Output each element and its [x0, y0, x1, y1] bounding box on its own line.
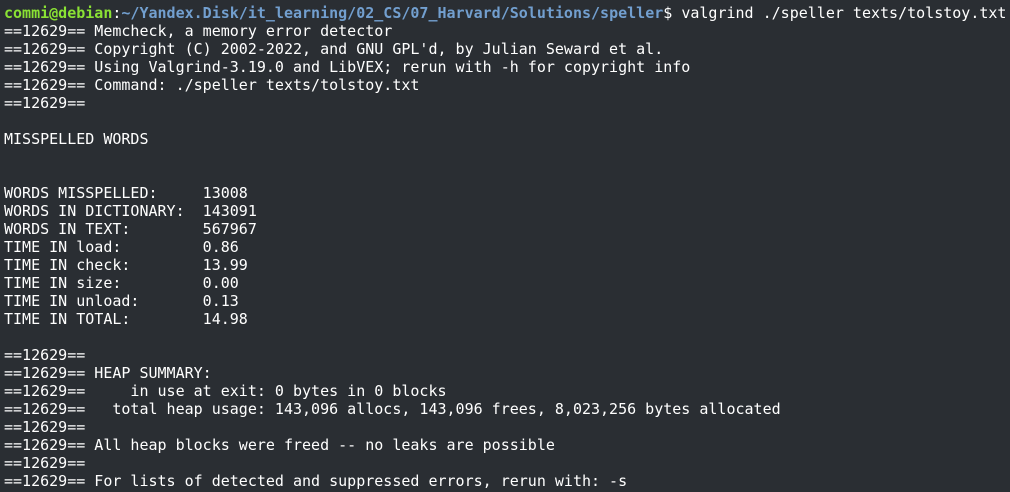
output-line: WORDS IN DICTIONARY: 143091	[4, 202, 257, 220]
prompt-path: ~/Yandex.Disk/it_learning/02_CS/07_Harva…	[121, 4, 664, 22]
output-line: ==12629== HEAP SUMMARY:	[4, 364, 212, 382]
output-line: ==12629== For lists of detected and supp…	[4, 472, 628, 490]
prompt-command: valgrind ./speller texts/tolstoy.txt	[681, 4, 1007, 22]
output-line: WORDS MISSPELLED: 13008	[4, 184, 248, 202]
output-line: ==12629==	[4, 94, 86, 112]
output-line: ==12629==	[4, 418, 86, 436]
output-line: ==12629== in use at exit: 0 bytes in 0 b…	[4, 382, 447, 400]
output-line: TIME IN check: 13.99	[4, 256, 248, 274]
output-line: ==12629== All heap blocks were freed -- …	[4, 436, 555, 454]
output-line: ==12629==	[4, 346, 86, 364]
terminal-window[interactable]: commi@debian:~/Yandex.Disk/it_learning/0…	[0, 0, 1010, 492]
output-line: WORDS IN TEXT: 567967	[4, 220, 257, 238]
output-line: MISSPELLED WORDS	[4, 130, 149, 148]
output-line: TIME IN unload: 0.13	[4, 292, 239, 310]
output-line: TIME IN size: 0.00	[4, 274, 239, 292]
output-line: ==12629==	[4, 454, 86, 472]
prompt-line: commi@debian:~/Yandex.Disk/it_learning/0…	[4, 4, 1010, 22]
output-line: TIME IN TOTAL: 14.98	[4, 310, 248, 328]
output-line: ==12629== total heap usage: 143,096 allo…	[4, 400, 781, 418]
prompt-symbol: $	[663, 4, 682, 22]
output-line: ==12629== Command: ./speller texts/tolst…	[4, 76, 420, 94]
output-line: ==12629== Copyright (C) 2002-2022, and G…	[4, 40, 664, 58]
output-line: ==12629== Using Valgrind-3.19.0 and LibV…	[4, 58, 691, 76]
output-line: ==12629== Memcheck, a memory error detec…	[4, 22, 393, 40]
prompt-user-host: commi@debian	[4, 4, 113, 22]
output-line: TIME IN load: 0.86	[4, 238, 239, 256]
